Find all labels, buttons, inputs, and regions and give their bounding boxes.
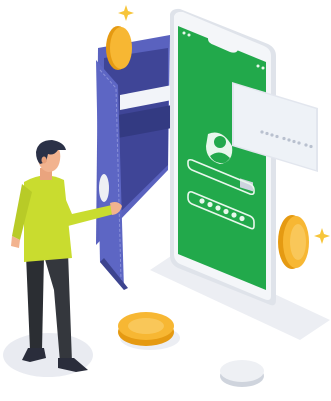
wallet-clasp bbox=[99, 174, 109, 202]
coin bbox=[220, 360, 264, 387]
sparkle-icon bbox=[314, 228, 330, 244]
coin bbox=[106, 26, 132, 70]
coin bbox=[118, 312, 174, 346]
mobile-wallet-login-illustration bbox=[0, 0, 331, 401]
illustration-svg bbox=[3, 5, 330, 387]
sparkle-icon bbox=[118, 5, 134, 21]
coin bbox=[278, 215, 309, 269]
